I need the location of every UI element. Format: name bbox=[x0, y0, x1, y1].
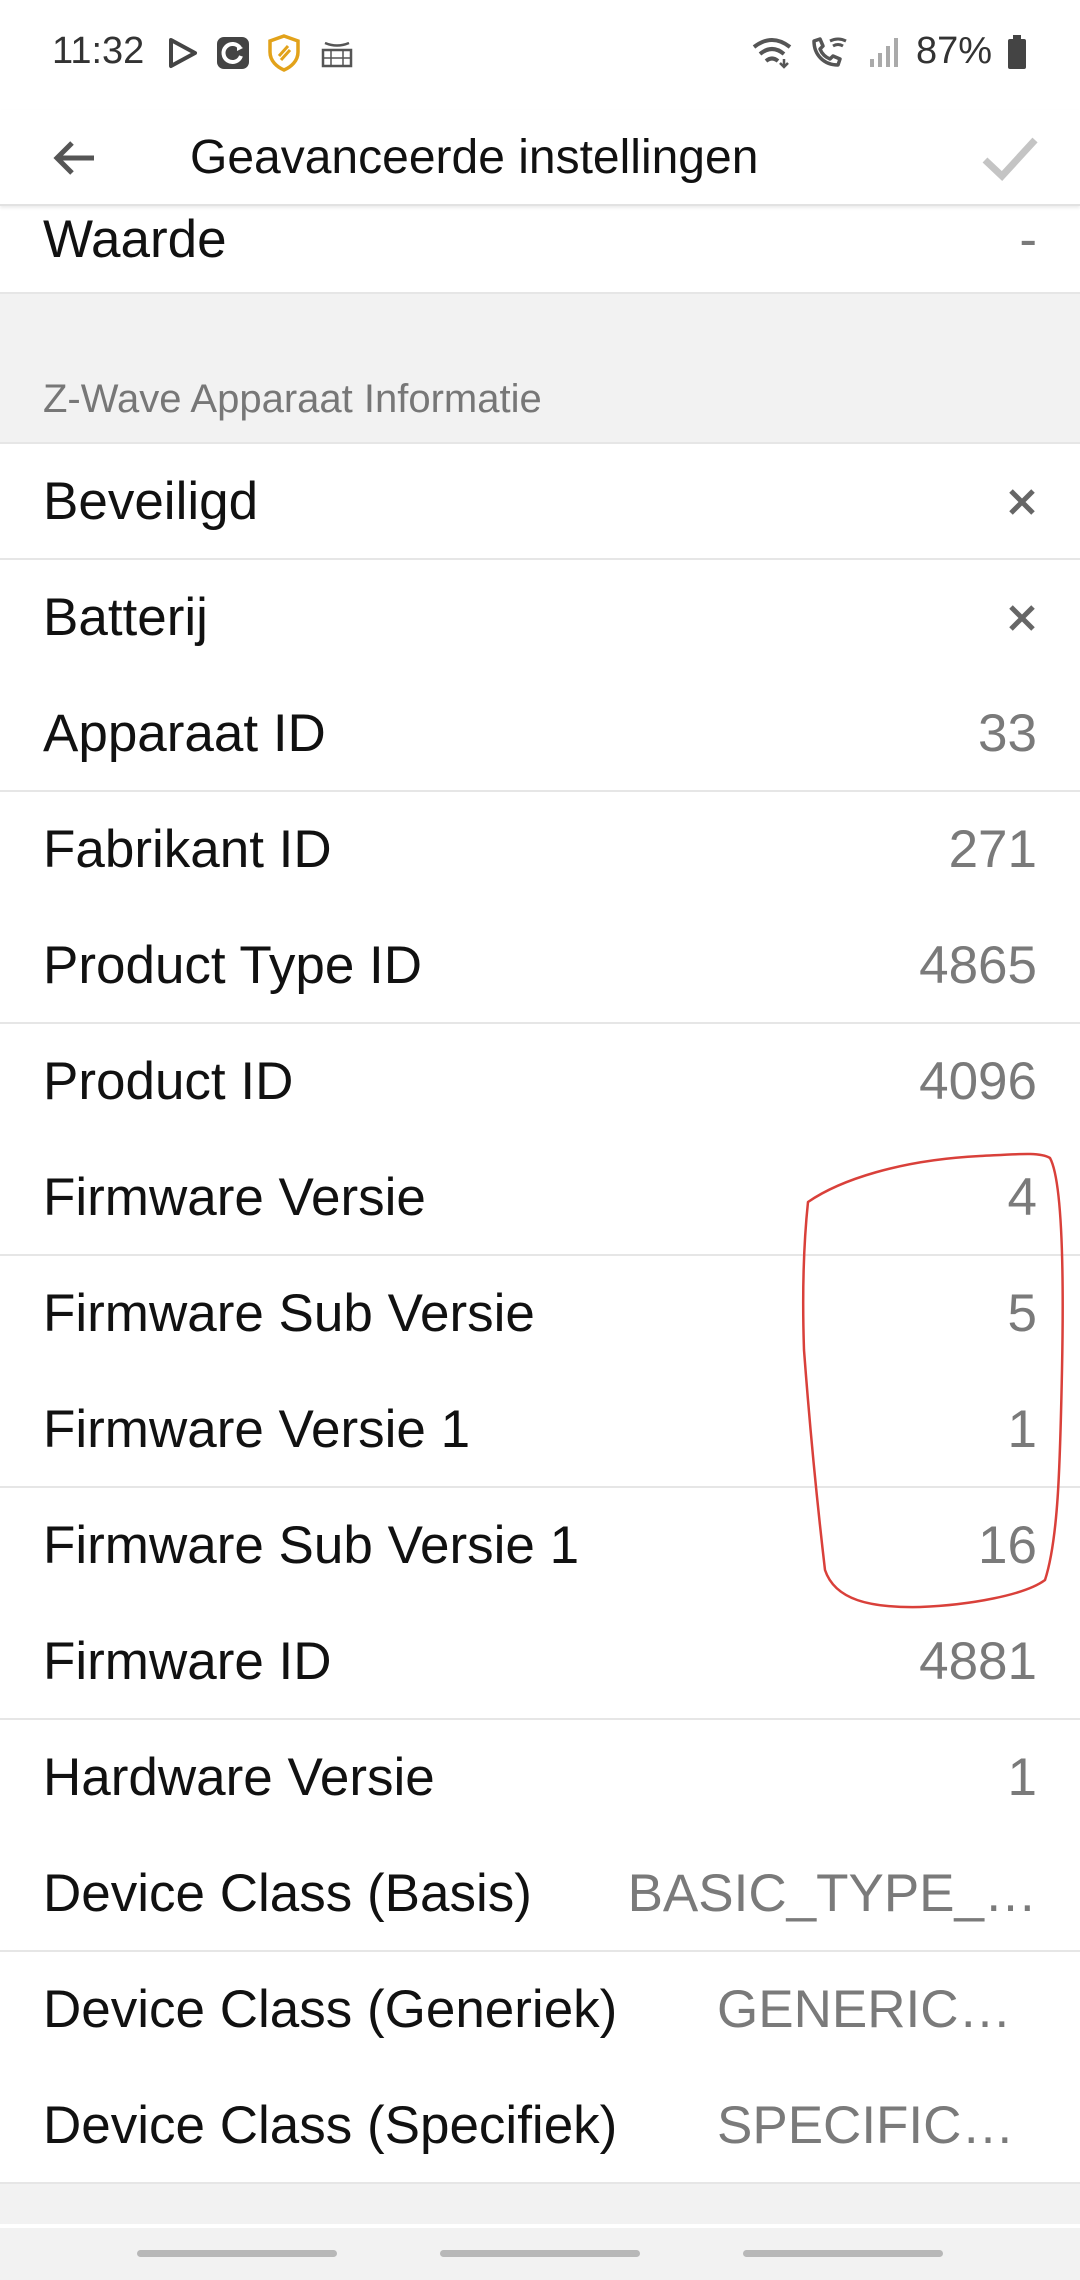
nav-home-button[interactable] bbox=[440, 2250, 640, 2257]
row-label: Apparaat ID bbox=[43, 704, 326, 763]
wifi-call-icon bbox=[812, 36, 847, 67]
row-value: - bbox=[1019, 210, 1037, 269]
row-device-class-specifiek: Device Class (Specifiek) SPECIFIC_… bbox=[0, 2068, 1080, 2184]
status-bar: 11:32 87% bbox=[0, 0, 1080, 110]
row-value: 1 bbox=[1007, 1748, 1037, 1807]
wifi-icon bbox=[752, 37, 792, 69]
sync-icon bbox=[217, 37, 249, 69]
status-time: 11:32 bbox=[52, 30, 145, 72]
row-value: 5 bbox=[1007, 1284, 1037, 1343]
row-value: 4881 bbox=[919, 1632, 1037, 1691]
row-beveiligd: Beveiligd bbox=[0, 444, 1080, 560]
row-firmware-versie-1: Firmware Versie 1 1 bbox=[0, 1372, 1080, 1488]
nav-back-button[interactable] bbox=[743, 2250, 943, 2257]
confirm-button[interactable] bbox=[974, 124, 1046, 194]
section-title: Z-Wave Apparaat Informatie bbox=[43, 377, 542, 421]
row-waarde[interactable]: Waarde - bbox=[0, 206, 1080, 294]
row-firmware-id: Firmware ID 4881 bbox=[0, 1604, 1080, 1720]
system-icons: 87% bbox=[750, 30, 1028, 73]
row-value: 4865 bbox=[919, 936, 1037, 995]
row-value: 4 bbox=[1007, 1168, 1037, 1227]
row-value: 16 bbox=[978, 1516, 1037, 1575]
row-value: GENERIC_… bbox=[717, 1980, 1037, 2039]
row-device-class-basis: Device Class (Basis) BASIC_TYPE_… bbox=[0, 1836, 1080, 1952]
row-value: 271 bbox=[948, 820, 1037, 879]
nav-recents-button[interactable] bbox=[137, 2250, 337, 2257]
row-value: 1 bbox=[1007, 1400, 1037, 1459]
back-button[interactable] bbox=[44, 128, 104, 188]
page-title: Geavanceerde instellingen bbox=[190, 131, 759, 184]
check-icon bbox=[982, 137, 1038, 181]
signal-icon bbox=[869, 37, 898, 67]
shield-app-icon bbox=[268, 34, 300, 72]
row-label: Device Class (Basis) bbox=[43, 1864, 532, 1923]
section-header: Z-Wave Apparaat Informatie bbox=[0, 294, 1080, 444]
row-label: Waarde bbox=[43, 210, 227, 269]
row-label: Firmware ID bbox=[43, 1632, 332, 1691]
battery-icon bbox=[1008, 34, 1026, 69]
cross-icon bbox=[1009, 605, 1035, 631]
row-label: Firmware Versie 1 bbox=[43, 1400, 471, 1459]
list-end-spacer bbox=[0, 2184, 1080, 2224]
notification-icons bbox=[165, 34, 357, 72]
row-value: BASIC_TYPE_… bbox=[627, 1864, 1037, 1923]
row-value: 33 bbox=[978, 704, 1037, 763]
row-label: Hardware Versie bbox=[43, 1748, 435, 1807]
row-label: Batterij bbox=[43, 588, 208, 647]
navigation-bar bbox=[0, 2228, 1080, 2280]
row-apparaat-id: Apparaat ID 33 bbox=[0, 676, 1080, 792]
row-label: Beveiligd bbox=[43, 472, 259, 531]
row-label: Device Class (Specifiek) bbox=[43, 2096, 618, 2155]
cross-icon bbox=[1009, 489, 1035, 515]
row-value: SPECIFIC_… bbox=[717, 2096, 1037, 2155]
row-value: 4096 bbox=[919, 1052, 1037, 1111]
row-fabrikant-id: Fabrikant ID 271 bbox=[0, 792, 1080, 908]
row-firmware-versie: Firmware Versie 4 bbox=[0, 1140, 1080, 1256]
row-label: Firmware Sub Versie 1 bbox=[43, 1516, 580, 1575]
arrow-back-icon bbox=[53, 141, 94, 175]
row-hardware-versie: Hardware Versie 1 bbox=[0, 1720, 1080, 1836]
row-firmware-sub-versie: Firmware Sub Versie 5 bbox=[0, 1256, 1080, 1372]
row-label: Firmware Versie bbox=[43, 1168, 426, 1227]
app-bar: Geavanceerde instellingen bbox=[0, 110, 1080, 206]
play-icon bbox=[169, 38, 197, 68]
row-label: Product ID bbox=[43, 1052, 294, 1111]
row-device-class-generiek: Device Class (Generiek) GENERIC_… bbox=[0, 1952, 1080, 2068]
amazon-icon bbox=[321, 41, 353, 68]
battery-percent: 87% bbox=[915, 30, 992, 72]
row-label: Firmware Sub Versie bbox=[43, 1284, 535, 1343]
row-firmware-sub-versie-1: Firmware Sub Versie 1 16 bbox=[0, 1488, 1080, 1604]
row-product-id: Product ID 4096 bbox=[0, 1024, 1080, 1140]
row-label: Product Type ID bbox=[43, 936, 423, 995]
row-batterij: Batterij bbox=[0, 560, 1080, 676]
row-product-type-id: Product Type ID 4865 bbox=[0, 908, 1080, 1024]
row-label: Fabrikant ID bbox=[43, 820, 332, 879]
settings-list: Waarde - Z-Wave Apparaat Informatie Beve… bbox=[0, 206, 1080, 2224]
row-label: Device Class (Generiek) bbox=[43, 1980, 618, 2039]
